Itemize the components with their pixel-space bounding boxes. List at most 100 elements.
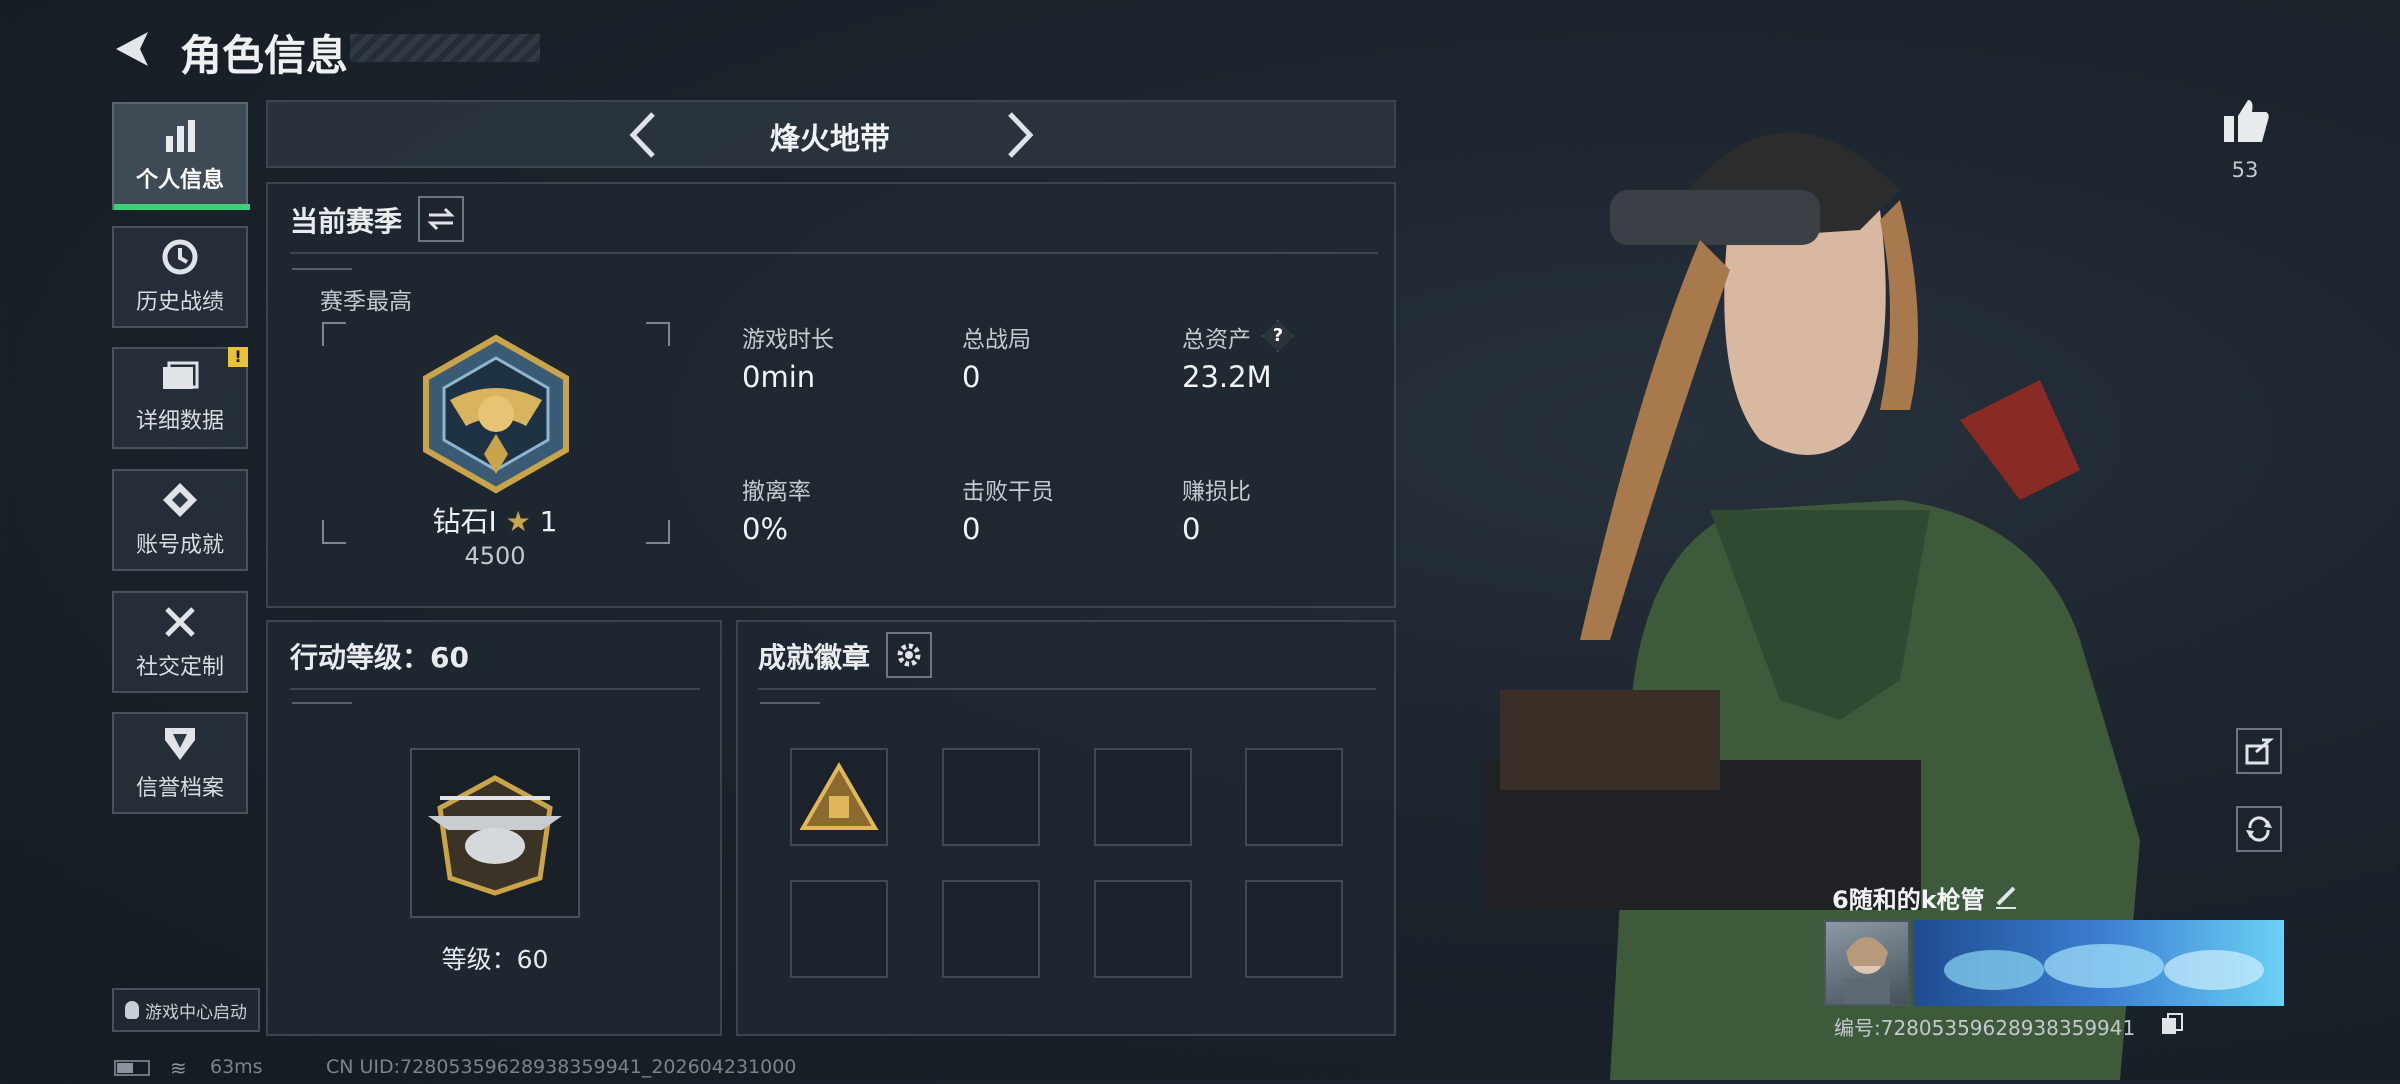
page-title: 角色信息 — [180, 31, 349, 80]
badge-slot[interactable] — [790, 748, 888, 846]
badge-slot[interactable] — [942, 748, 1040, 846]
edit-name-button[interactable] — [1992, 882, 2020, 910]
swap-icon — [427, 207, 455, 231]
helicopter-emblem-icon — [428, 775, 562, 896]
stat-value-playtime: 0min — [742, 360, 816, 394]
sidebar-item-social[interactable]: 社交定制 — [112, 591, 248, 693]
sidebar-item-history[interactable]: 历史战绩 — [112, 226, 248, 328]
badges-settings-button[interactable] — [886, 632, 932, 678]
copy-icon — [2162, 1013, 2183, 1034]
ping-text: 63ms — [210, 1056, 263, 1078]
alert-badge: ! — [228, 347, 248, 367]
stat-label-profit-ratio: 赚损比 — [1182, 479, 1251, 505]
chevron-right-icon — [1008, 112, 1034, 158]
credit-icon — [165, 728, 195, 760]
badge-slot[interactable] — [942, 880, 1040, 978]
avatar-portrait — [1844, 937, 1890, 1004]
stat-label-kills: 击败干员 — [962, 479, 1054, 505]
refresh-icon — [2246, 816, 2272, 842]
season-switch-button[interactable] — [418, 196, 464, 242]
uid-text: CN UID:7280535962893835994​1_20260423100… — [326, 1056, 797, 1078]
copy-id-button[interactable] — [2160, 1012, 2184, 1036]
stat-value-matches: 0 — [962, 360, 981, 394]
share-button[interactable] — [2236, 728, 2282, 774]
action-level-title: 行动等级：60 — [290, 641, 469, 674]
rank-line: 钻石I ★ 1 — [420, 500, 570, 540]
rank-points: 4500 — [464, 542, 526, 570]
frame-corner — [646, 520, 670, 544]
player-id: 编号:728053596289383599​41 — [1834, 1016, 2136, 1040]
like-count: 53 — [2231, 158, 2259, 182]
battery-icon — [114, 1060, 150, 1076]
banner-art — [1944, 944, 2264, 990]
history-icon — [162, 239, 198, 275]
sidebar-item-credit[interactable]: 信誉档案 — [112, 712, 248, 814]
divider-accent — [760, 702, 820, 704]
game-center-button[interactable]: 游戏中心启动 — [112, 988, 260, 1032]
badge-slot[interactable] — [790, 880, 888, 978]
sidebar-item-label: 个人信息 — [135, 168, 224, 193]
stat-label-extraction-rate: 撤离率 — [742, 479, 811, 505]
season-best-label: 赛季最高 — [320, 289, 412, 315]
frame-corner — [322, 520, 346, 544]
stat-label-playtime: 游戏时长 — [742, 327, 834, 353]
share-icon — [2245, 738, 2274, 765]
active-indicator — [114, 204, 250, 210]
season-title: 当前赛季 — [290, 205, 403, 238]
badges-title: 成就徽章 — [758, 641, 871, 674]
next-mode-button[interactable] — [998, 110, 1038, 160]
divider — [290, 252, 1378, 254]
pencil-icon — [1996, 886, 2016, 909]
thumbs-up-icon — [2224, 100, 2269, 142]
stat-label-assets: 总资产 — [1182, 327, 1251, 353]
divider — [290, 688, 700, 690]
sidebar-item-label: 详细数据 — [135, 409, 224, 434]
player-avatar[interactable] — [1824, 920, 1910, 1006]
frame-corner — [322, 322, 346, 346]
rank-stars: 1 — [539, 505, 558, 538]
sidebar-item-label: 历史战绩 — [135, 290, 224, 315]
back-arrow-icon — [116, 32, 148, 66]
tools-icon — [165, 607, 195, 637]
divider — [758, 688, 1376, 690]
sidebar-item-personal-info[interactable]: 个人信息 — [112, 102, 250, 210]
back-button[interactable] — [110, 26, 154, 72]
game-center-label: 游戏中心启动 — [145, 1002, 247, 1023]
rank-emblem — [416, 334, 576, 494]
stat-value-profit-ratio: 0 — [1182, 512, 1201, 546]
mode-label: 烽火地带 — [770, 122, 890, 157]
rank-name: 钻石I — [432, 505, 497, 538]
player-banner[interactable] — [1914, 920, 2284, 1006]
prev-mode-button[interactable] — [625, 110, 665, 160]
achievement-icon — [163, 483, 197, 517]
player-name: 6随和的k枪管 — [1832, 886, 1985, 914]
divider-accent — [292, 702, 352, 704]
divider-accent — [292, 268, 352, 270]
stat-value-assets: 23.2M — [1182, 360, 1272, 394]
chevron-left-icon — [629, 112, 655, 158]
refresh-button[interactable] — [2236, 806, 2282, 852]
badge-slot[interactable] — [1245, 748, 1343, 846]
action-level-emblem — [410, 748, 580, 918]
stat-value-kills: 0 — [962, 512, 981, 546]
wifi-icon: ≋ — [170, 1056, 187, 1080]
pyramid-badge-icon — [799, 762, 879, 830]
badge-slot[interactable] — [1094, 880, 1192, 978]
badge-slot[interactable] — [1245, 880, 1343, 978]
sidebar-item-label: 账号成就 — [135, 533, 224, 558]
star-icon: ★ — [505, 505, 531, 538]
action-level-text: 等级：60 — [441, 945, 549, 974]
sidebar-item-achievements[interactable]: 账号成就 — [112, 469, 248, 571]
sidebar-item-detailed-data[interactable]: 详细数据 ! — [112, 347, 248, 449]
frame-corner — [646, 322, 670, 346]
like-button[interactable] — [2220, 96, 2270, 146]
sidebar-item-label: 信誉档案 — [135, 776, 224, 801]
qq-icon — [125, 1001, 139, 1019]
bar-chart-icon — [166, 120, 195, 152]
badge-slot[interactable] — [1094, 748, 1192, 846]
sidebar-item-label: 社交定制 — [135, 655, 224, 680]
gear-icon — [897, 643, 921, 667]
rank-emblem-icon — [423, 334, 569, 494]
stat-value-extraction-rate: 0% — [742, 512, 789, 546]
stat-label-matches: 总战局 — [962, 327, 1031, 353]
